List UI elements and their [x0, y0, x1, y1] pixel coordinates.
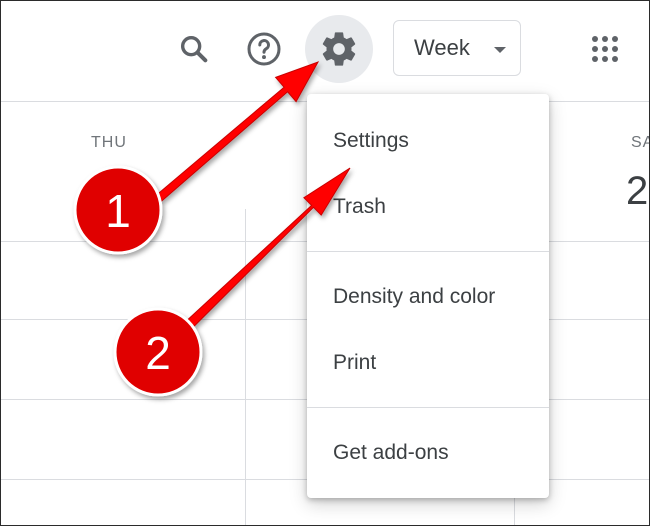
gear-icon: [322, 32, 356, 66]
menu-item-label: Density and color: [333, 285, 496, 308]
menu-item-settings[interactable]: Settings: [307, 111, 549, 171]
apps-button[interactable]: [581, 25, 629, 73]
menu-item-label: Print: [333, 351, 377, 374]
settings-menu: Settings Trash Density and color Print G…: [307, 94, 549, 498]
view-dropdown[interactable]: Week: [393, 20, 521, 76]
day-number-sat[interactable]: 2: [626, 169, 648, 214]
search-icon: [180, 35, 208, 63]
help-icon: [247, 32, 281, 66]
day-header-sat[interactable]: SA: [631, 134, 649, 152]
menu-item-label: Settings: [333, 129, 409, 152]
menu-divider: [307, 407, 549, 408]
menu-divider: [307, 251, 549, 252]
menu-item-label: Get add-ons: [333, 441, 449, 464]
menu-item-trash[interactable]: Trash: [307, 177, 549, 237]
help-button[interactable]: [240, 25, 288, 73]
menu-item-get-add-ons[interactable]: Get add-ons: [307, 423, 549, 483]
view-dropdown-value: Week: [414, 35, 470, 60]
menu-item-label: Trash: [333, 195, 386, 218]
apps-grid-icon: [592, 36, 618, 62]
menu-item-print[interactable]: Print: [307, 333, 549, 393]
top-bar: Week: [1, 1, 649, 101]
screenshot-frame: Week THU SA 2 Settings Trash: [0, 0, 650, 526]
settings-button[interactable]: [305, 15, 373, 83]
day-header-thu[interactable]: THU: [91, 134, 127, 152]
day-column-divider: [245, 209, 246, 525]
caret-down-icon: [494, 47, 506, 53]
menu-item-density-and-color[interactable]: Density and color: [307, 267, 549, 327]
search-button[interactable]: [170, 25, 218, 73]
